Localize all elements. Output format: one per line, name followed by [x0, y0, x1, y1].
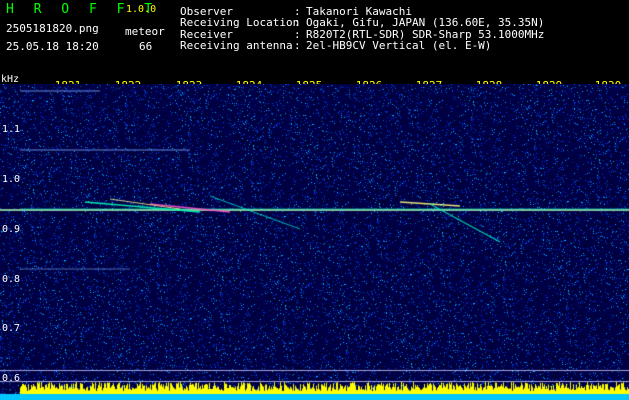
meteor-label: meteor: [125, 25, 165, 38]
freq-tick: 1.0: [2, 174, 21, 185]
freq-tick: 0.7: [2, 323, 21, 334]
info-key-antenna: Receiving antenna: [180, 39, 293, 52]
freq-tick: 0.8: [2, 274, 21, 285]
spectrogram: [0, 84, 629, 400]
file-name: 2505181820.png: [6, 22, 99, 35]
file-datetime: 25.05.18 18:20: [6, 40, 99, 53]
freq-tick: 1.1: [2, 124, 21, 135]
info-value-antenna: 2el-HB9CV Vertical (el. E-W): [306, 39, 492, 52]
freq-tick: 0.6: [2, 373, 21, 384]
app-version: 1.0.0: [126, 4, 157, 15]
meteor-count: 66: [139, 40, 153, 53]
spectrogram-canvas: [0, 84, 629, 400]
info-sep-antenna: :: [294, 39, 301, 52]
freq-tick: 0.9: [2, 224, 21, 235]
